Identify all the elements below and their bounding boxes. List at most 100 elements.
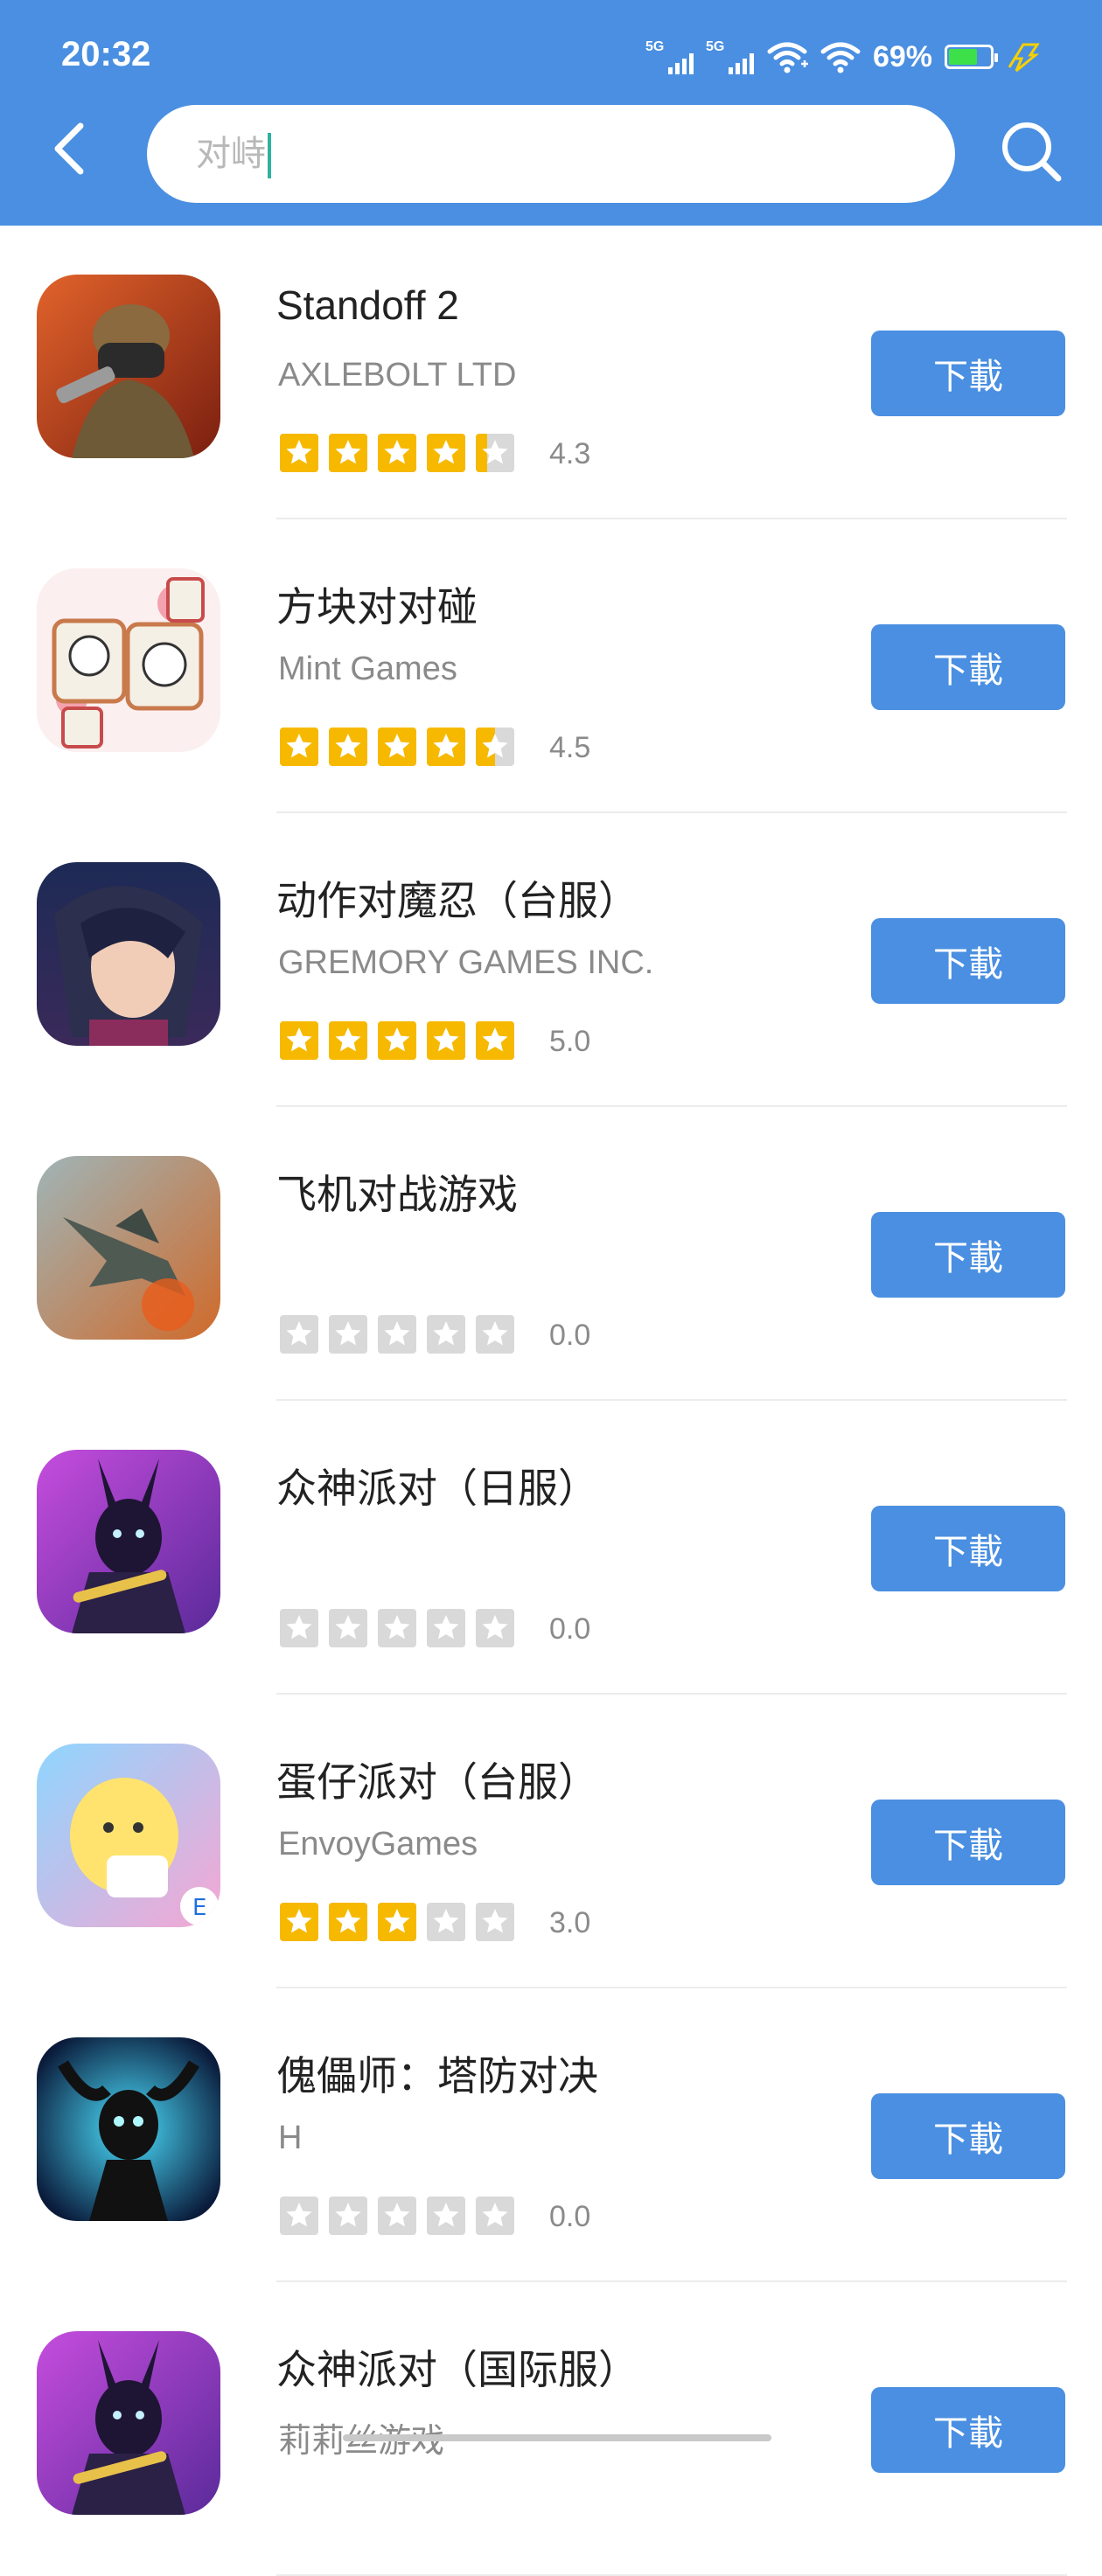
star-icon xyxy=(476,1609,514,1647)
star-icon xyxy=(427,1315,465,1354)
download-button[interactable]: 下載 xyxy=(871,1506,1065,1591)
app-name[interactable]: Standoff 2 xyxy=(276,282,459,329)
star-icon xyxy=(476,728,514,766)
star-icon xyxy=(476,1903,514,1941)
star-icon xyxy=(280,1315,318,1354)
star-rating xyxy=(280,1315,514,1354)
app-name[interactable]: 动作对魔忍（台服） xyxy=(276,869,638,927)
star-rating xyxy=(280,434,514,472)
star-icon xyxy=(280,2197,318,2235)
star-icon xyxy=(378,728,416,766)
star-icon xyxy=(329,1021,367,1060)
signal-icon: 5G xyxy=(706,39,754,74)
battery-icon xyxy=(945,45,998,69)
app-list-item[interactable]: 傀儡师：塔防对决 H 0.0 下載 xyxy=(0,1988,1102,2282)
download-button[interactable]: 下載 xyxy=(871,624,1065,710)
rating-value: 5.0 xyxy=(549,1025,591,1058)
app-developer: Mint Games xyxy=(278,651,457,687)
rating-value: 0.0 xyxy=(549,1319,591,1352)
app-list-item[interactable]: 飞机对战游戏 0.0 下載 xyxy=(0,1107,1102,1401)
app-developer: GREMORY GAMES INC. xyxy=(278,944,654,981)
app-name[interactable]: 方块对对碰 xyxy=(276,575,478,633)
download-button[interactable]: 下載 xyxy=(871,2387,1065,2473)
star-icon xyxy=(329,2197,367,2235)
download-button[interactable]: 下載 xyxy=(871,2093,1065,2179)
app-name[interactable]: 众神派对（日服） xyxy=(276,1457,598,1514)
star-rating xyxy=(280,1609,514,1647)
star-rating xyxy=(280,1903,514,1941)
star-icon xyxy=(280,434,318,472)
search-field[interactable]: 对峙 xyxy=(147,105,955,203)
star-icon xyxy=(427,434,465,472)
star-rating xyxy=(280,728,514,766)
rating-value: 4.5 xyxy=(549,731,591,764)
anime-ninja-icon[interactable] xyxy=(37,862,220,1046)
star-icon xyxy=(329,728,367,766)
star-icon xyxy=(378,1609,416,1647)
search-icon[interactable] xyxy=(997,117,1067,187)
rating-value: 4.3 xyxy=(549,437,591,470)
back-arrow-icon[interactable] xyxy=(44,114,96,184)
fighter-jet-icon[interactable] xyxy=(37,1156,220,1340)
app-list-item[interactable]: Standoff 2 AXLEBOLT LTD 4.3 下載 xyxy=(0,226,1102,519)
signal-icon: 5G xyxy=(645,39,694,74)
eggy-party-icon[interactable]: E xyxy=(37,1744,220,1927)
app-name[interactable]: 傀儡师：塔防对决 xyxy=(276,2044,598,2102)
star-icon xyxy=(476,434,514,472)
svg-text:E: E xyxy=(192,1895,206,1921)
download-button[interactable]: 下載 xyxy=(871,1800,1065,1885)
app-name[interactable]: 飞机对战游戏 xyxy=(276,1163,518,1221)
charging-icon xyxy=(1008,43,1040,73)
star-icon xyxy=(280,728,318,766)
wifi-plus-icon xyxy=(767,42,808,73)
star-icon xyxy=(280,1021,318,1060)
text-caret xyxy=(268,133,271,179)
download-button[interactable]: 下載 xyxy=(871,918,1065,1004)
app-list-item[interactable]: 动作对魔忍（台服） GREMORY GAMES INC. 5.0 下載 xyxy=(0,813,1102,1107)
battery-percent: 69% xyxy=(872,39,932,73)
app-list-item[interactable]: 众神派对（国际服） 莉莉丝游戏 下載 xyxy=(0,2282,1102,2576)
star-icon xyxy=(329,1315,367,1354)
soldier-game-icon[interactable] xyxy=(37,275,220,458)
star-icon xyxy=(378,1315,416,1354)
status-time: 20:32 xyxy=(61,35,151,73)
anubis-icon[interactable] xyxy=(37,1450,220,1633)
wifi-icon xyxy=(820,42,861,73)
star-icon xyxy=(427,1021,465,1060)
star-icon xyxy=(378,1903,416,1941)
star-icon xyxy=(329,1903,367,1941)
star-icon xyxy=(427,2197,465,2235)
search-input[interactable]: 对峙 xyxy=(196,129,271,179)
star-icon xyxy=(476,1315,514,1354)
star-icon xyxy=(280,1609,318,1647)
star-icon xyxy=(476,2197,514,2235)
star-icon xyxy=(280,1903,318,1941)
app-header: 20:32 5G 5G 69% 对峙 xyxy=(0,0,1102,226)
home-indicator[interactable] xyxy=(343,2434,771,2441)
star-icon xyxy=(378,1021,416,1060)
mahjong-tiles-icon[interactable] xyxy=(37,568,220,752)
download-button[interactable]: 下載 xyxy=(871,1212,1065,1298)
horned-puppet-icon[interactable] xyxy=(37,2037,220,2221)
anubis-icon[interactable] xyxy=(37,2331,220,2515)
app-name[interactable]: 蛋仔派对（台服） xyxy=(276,1751,598,1808)
star-icon xyxy=(378,2197,416,2235)
star-icon xyxy=(329,434,367,472)
star-icon xyxy=(427,728,465,766)
star-rating xyxy=(280,1021,514,1060)
app-list-item[interactable]: 方块对对碰 Mint Games 4.5 下載 xyxy=(0,519,1102,813)
app-name[interactable]: 众神派对（国际服） xyxy=(276,2338,638,2396)
star-rating xyxy=(280,2197,514,2235)
star-icon xyxy=(329,1609,367,1647)
star-icon xyxy=(378,434,416,472)
status-icons: 5G 5G 69% xyxy=(645,35,1041,79)
rating-value: 0.0 xyxy=(549,1612,591,1646)
app-list-item[interactable]: 众神派对（日服） 0.0 下載 xyxy=(0,1401,1102,1695)
app-developer: H xyxy=(278,2120,303,2156)
star-icon xyxy=(476,1021,514,1060)
app-developer: AXLEBOLT LTD xyxy=(278,357,517,393)
download-button[interactable]: 下載 xyxy=(871,331,1065,416)
app-list-item[interactable]: E 蛋仔派对（台服） EnvoyGames 3.0 下載 xyxy=(0,1695,1102,1988)
star-icon xyxy=(427,1609,465,1647)
star-icon xyxy=(427,1903,465,1941)
